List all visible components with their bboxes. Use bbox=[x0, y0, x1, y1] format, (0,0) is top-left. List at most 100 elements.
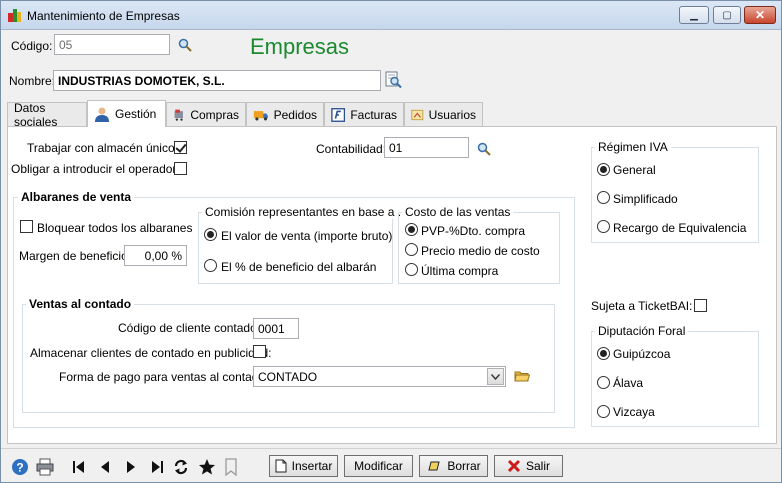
footer-toolbar: ? Insertar Modificar Borrar Salir bbox=[1, 448, 781, 482]
app-logo-icon bbox=[8, 9, 21, 22]
tab-label: Compras bbox=[190, 107, 239, 122]
insertar-label: Insertar bbox=[291, 459, 333, 473]
almacen-checkbox[interactable] bbox=[174, 141, 187, 154]
refresh-icon[interactable] bbox=[173, 459, 189, 475]
comision-radio-valor[interactable] bbox=[204, 228, 217, 241]
contado-title: Ventas al contado bbox=[26, 297, 135, 311]
diputacion-option-label: Guipúzcoa bbox=[613, 347, 671, 361]
tab-pedidos[interactable]: Pedidos bbox=[246, 102, 324, 126]
title-bar[interactable]: Mantenimiento de Empresas ▁ ▢ ✕ bbox=[1, 1, 781, 30]
new-document-icon bbox=[275, 459, 287, 473]
tab-label: Datos sociales bbox=[14, 100, 58, 129]
tab-label: Facturas bbox=[350, 107, 397, 122]
previous-record-icon[interactable] bbox=[97, 459, 113, 475]
diputacion-option-label: Vizcaya bbox=[613, 405, 655, 419]
forma-pago-select[interactable]: CONTADO bbox=[253, 366, 506, 387]
tab-datos-sociales[interactable]: Datos sociales bbox=[7, 100, 87, 129]
forma-pago-value: CONTADO bbox=[258, 370, 318, 384]
comision-option-label: El % de beneficio del albarán bbox=[221, 260, 377, 274]
users-icon bbox=[411, 109, 424, 120]
modificar-button[interactable]: Modificar bbox=[344, 455, 413, 477]
chevron-down-icon bbox=[491, 373, 500, 380]
diputacion-title: Diputación Foral bbox=[595, 324, 689, 338]
tab-usuarios[interactable]: Usuarios bbox=[404, 102, 483, 126]
help-icon[interactable]: ? bbox=[11, 458, 29, 476]
almacenar-checkbox[interactable] bbox=[253, 345, 266, 358]
codigo-field[interactable]: 05 bbox=[54, 34, 170, 55]
svg-text:?: ? bbox=[16, 461, 23, 475]
window-title: Mantenimiento de Empresas bbox=[27, 9, 180, 23]
tab-label: Usuarios bbox=[428, 107, 476, 122]
almacen-label: Trabajar con almacén único: bbox=[27, 141, 178, 155]
costo-radio-precio-medio[interactable] bbox=[405, 243, 418, 256]
next-record-icon[interactable] bbox=[123, 459, 139, 475]
operador-checkbox[interactable] bbox=[174, 162, 187, 175]
diputacion-radio-alava[interactable] bbox=[597, 376, 610, 389]
maximize-button[interactable]: ▢ bbox=[713, 6, 741, 24]
costo-radio-pvp[interactable] bbox=[405, 223, 418, 236]
last-record-icon[interactable] bbox=[149, 459, 165, 475]
close-button[interactable]: ✕ bbox=[744, 6, 776, 24]
page-title: Empresas bbox=[250, 34, 350, 59]
user-icon bbox=[95, 107, 109, 122]
tab-compras[interactable]: Compras bbox=[166, 102, 246, 126]
regimen-radio-general[interactable] bbox=[597, 163, 610, 176]
almacenar-label: Almacenar clientes de contado en publici… bbox=[30, 346, 272, 360]
search-icon[interactable] bbox=[477, 142, 491, 156]
dropdown-button[interactable] bbox=[487, 368, 504, 385]
costo-title: Costo de las ventas bbox=[402, 205, 514, 219]
regimen-title: Régimen IVA bbox=[595, 140, 671, 154]
tab-label: Pedidos bbox=[273, 107, 317, 122]
costo-option-label: Precio medio de costo bbox=[421, 244, 540, 258]
regimen-radio-simplificado[interactable] bbox=[597, 191, 610, 204]
borrar-button[interactable]: Borrar bbox=[419, 455, 488, 477]
nombre-label: Nombre: bbox=[9, 74, 56, 88]
nombre-field[interactable]: INDUSTRIAS DOMOTEK, S.L. bbox=[53, 70, 381, 91]
margen-field[interactable]: 0,00 % bbox=[124, 245, 187, 266]
truck-icon bbox=[253, 110, 268, 120]
costo-option-label: Última compra bbox=[421, 264, 499, 278]
contabilidad-label: Contabilidad: bbox=[316, 142, 387, 156]
cart-icon bbox=[174, 109, 184, 121]
costo-radio-ultima[interactable] bbox=[405, 263, 418, 276]
modificar-label: Modificar bbox=[354, 459, 403, 473]
diputacion-radio-vizcaya[interactable] bbox=[597, 405, 610, 418]
salir-label: Salir bbox=[525, 459, 550, 473]
cliente-contado-label: Código de cliente contado: bbox=[118, 321, 261, 335]
regimen-radio-recargo[interactable] bbox=[597, 220, 610, 233]
search-document-icon[interactable] bbox=[385, 71, 402, 89]
ticketbai-label: Sujeta a TicketBAI: bbox=[591, 299, 693, 313]
bloquear-checkbox[interactable] bbox=[20, 220, 33, 233]
salir-button[interactable]: Salir bbox=[494, 455, 563, 477]
main-window: Mantenimiento de Empresas ▁ ▢ ✕ Código: … bbox=[0, 0, 782, 483]
regimen-option-label: General bbox=[613, 163, 656, 177]
cliente-contado-field[interactable]: 0001 bbox=[253, 318, 299, 339]
first-record-icon[interactable] bbox=[71, 459, 87, 475]
regimen-option-label: Recargo de Equivalencia bbox=[613, 221, 747, 235]
eraser-icon bbox=[428, 461, 440, 471]
comision-title: Comisión representantes en base a ... bbox=[202, 205, 411, 219]
operador-label: Obligar a introducir el operador: bbox=[11, 162, 180, 176]
comision-radio-beneficio[interactable] bbox=[204, 259, 217, 272]
albaranes-title: Albaranes de venta bbox=[18, 190, 135, 204]
ticketbai-checkbox[interactable] bbox=[694, 299, 707, 312]
margen-label: Margen de beneficio: bbox=[19, 249, 132, 263]
diputacion-radio-guipuzcoa[interactable] bbox=[597, 347, 610, 360]
folder-icon[interactable] bbox=[514, 369, 530, 383]
contabilidad-field[interactable]: 01 bbox=[384, 137, 469, 158]
close-x-icon bbox=[507, 459, 521, 473]
search-icon[interactable] bbox=[178, 38, 192, 52]
tab-facturas[interactable]: Facturas bbox=[324, 102, 404, 126]
insertar-button[interactable]: Insertar bbox=[269, 455, 338, 477]
tab-gestion[interactable]: Gestión bbox=[87, 100, 166, 127]
diputacion-option-label: Álava bbox=[613, 376, 644, 390]
minimize-button[interactable]: ▁ bbox=[679, 6, 709, 24]
bookmark-icon[interactable] bbox=[224, 458, 238, 476]
print-icon[interactable] bbox=[36, 458, 54, 476]
regimen-option-label: Simplificado bbox=[613, 192, 678, 206]
favorite-star-icon[interactable] bbox=[198, 458, 216, 476]
costo-option-label: PVP-%Dto. compra bbox=[421, 224, 526, 238]
invoice-icon bbox=[331, 107, 346, 122]
forma-pago-label: Forma de pago para ventas al contado: bbox=[59, 370, 269, 384]
comision-option-label: El valor de venta (importe bruto) bbox=[221, 229, 393, 243]
